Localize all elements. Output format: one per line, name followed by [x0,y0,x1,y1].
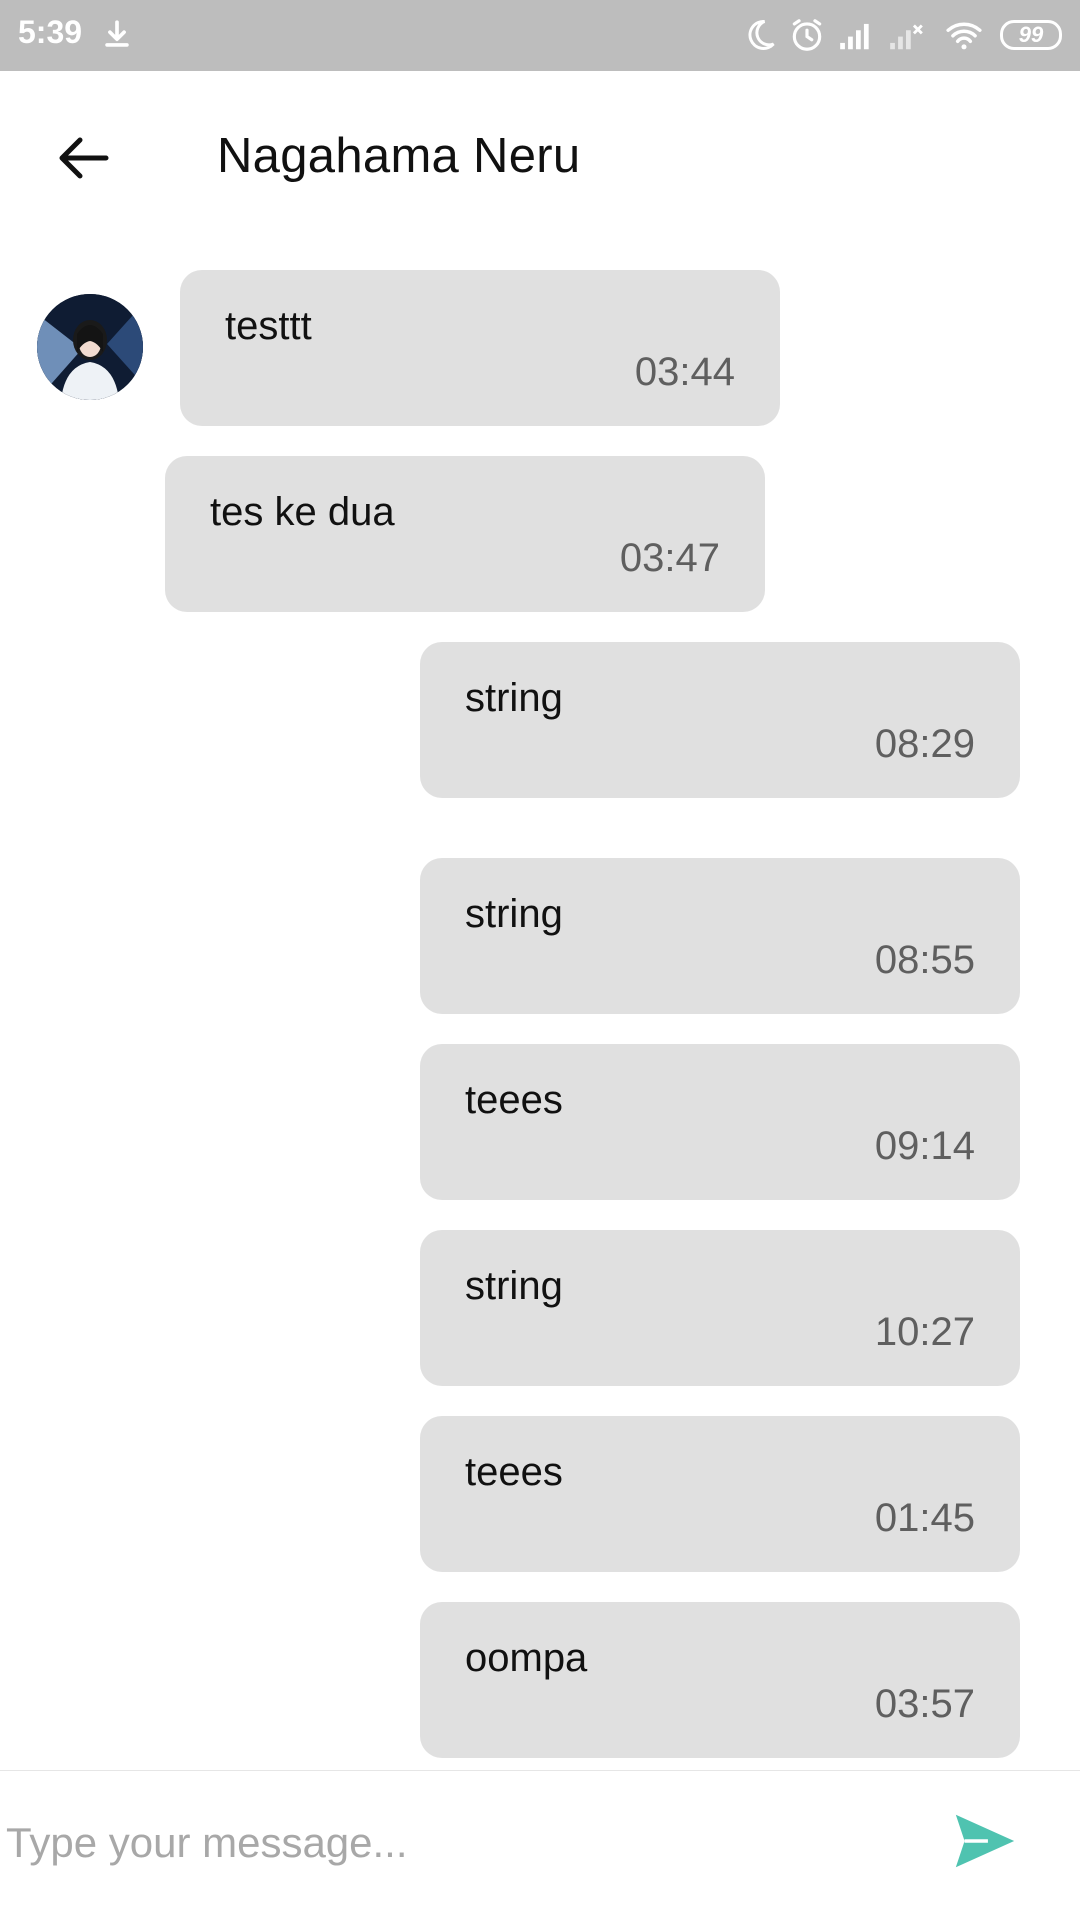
message-text: tes ke dua [210,490,395,534]
message-text: string [465,676,563,720]
message-time: 09:14 [874,1124,975,1168]
avatar-photo [37,294,143,400]
message-bubble-sent[interactable]: teees 09:14 [420,1044,1020,1200]
message-text: string [465,892,563,936]
message-bubble-sent[interactable]: oompa 03:57 [420,1602,1020,1758]
download-icon [105,20,129,47]
message-text: string [465,1264,563,1308]
battery-icon: 99 [1000,20,1062,50]
message-time: 08:55 [874,938,975,982]
send-icon[interactable] [950,1806,1020,1876]
message-bubble-sent[interactable]: string 08:29 [420,642,1020,798]
message-time: 03:47 [619,536,720,580]
message-bubble-received[interactable]: tes ke dua 03:47 [165,456,765,612]
message-text: teees [465,1450,563,1494]
signal-off-icon [890,24,923,50]
message-time: 10:27 [874,1310,975,1354]
message-text: teees [465,1078,563,1122]
moon-icon [748,19,775,50]
message-time: 08:29 [874,722,975,766]
signal-icon [840,23,869,50]
alarm-icon [792,19,822,51]
message-bubble-received[interactable]: testtt 03:44 [180,270,780,426]
chat-screen: 5:39 99 Nagahama Neru testtt 03:44 tes k… [0,0,1080,1920]
contact-avatar[interactable] [37,294,143,400]
status-time: 5:39 [18,14,83,50]
wifi-icon [946,22,982,50]
message-bubble-sent[interactable]: string 08:55 [420,858,1020,1014]
message-bubble-sent[interactable]: string 10:27 [420,1230,1020,1386]
message-text: testtt [225,304,312,348]
message-time: 01:45 [874,1496,975,1540]
message-text: oompa [465,1636,588,1680]
back-arrow-icon[interactable] [48,122,120,194]
message-composer [0,1770,1080,1920]
chat-title: Nagahama Neru [217,129,581,183]
message-bubble-sent[interactable]: teees 01:45 [420,1416,1020,1572]
message-input[interactable] [6,1801,906,1885]
message-time: 03:57 [874,1682,975,1726]
message-time: 03:44 [634,350,735,394]
status-bar: 5:39 99 [0,0,1080,71]
battery-level: 99 [1018,22,1044,47]
